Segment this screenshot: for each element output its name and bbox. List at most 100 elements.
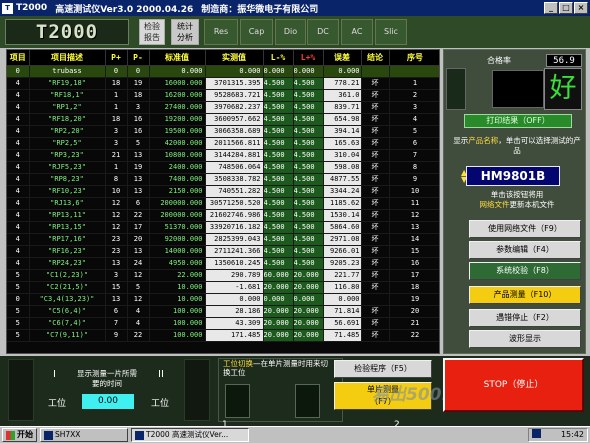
table-cell: 20	[389, 305, 439, 318]
stop-button[interactable]: STOP（停止）	[443, 358, 584, 412]
table-cell: 13	[389, 221, 439, 234]
table-cell: 12	[389, 209, 439, 222]
table-cell: 12	[105, 209, 128, 222]
table-cell: 3970682.237	[205, 101, 264, 114]
table-cell: 4.500	[293, 221, 324, 234]
table-cell: 30571250.520	[205, 197, 264, 210]
network-note-b: 网络文件	[479, 200, 510, 209]
table-row[interactable]: 4 "RF10,23" 10 13 2150.000 740551.282 4.500 4.5…	[7, 185, 439, 198]
column-header: 结论	[361, 50, 390, 66]
task-t2000[interactable]: T2000 高速测试仪Ver...	[131, 428, 249, 442]
table-cell: 坏	[361, 77, 390, 90]
task-sh7xx[interactable]: SH7XX	[40, 428, 128, 442]
table-cell: 20.000	[293, 329, 324, 342]
print-result-button[interactable]: 打印结果（OFF）	[464, 114, 572, 128]
start-button[interactable]: 开始	[2, 428, 37, 442]
table-cell: 0	[105, 65, 128, 78]
table-cell: 10	[105, 185, 128, 198]
table-row[interactable]: 4 "RP1,2" 1 3 27400.000 3970682.237 4.500 4.500…	[7, 101, 439, 114]
table-row[interactable]: 0 "C3,4(13,23)" 13 12 10.000 0.000 0.000 0.000 0…	[7, 293, 439, 306]
table-cell: 0	[127, 65, 150, 78]
pass-rate-value: 56.9	[546, 54, 582, 67]
product-measure-button[interactable]: 产品测量（F10）	[469, 286, 581, 304]
table-cell: "RP3,23"	[29, 149, 106, 162]
table-cell: 361.0	[323, 89, 362, 102]
tab-slic[interactable]: Slic	[375, 19, 407, 45]
table-cell: 4877.55	[323, 173, 362, 186]
table-cell: "RJF5,23"	[29, 161, 106, 174]
table-cell: 4.500	[263, 113, 294, 126]
table-cell: 5	[389, 125, 439, 138]
table-row[interactable]: 5 "C1(2,23)" 3 12 22.000 290.789 60.000 20.000 2…	[7, 269, 439, 282]
table-cell: 92000.000	[149, 233, 206, 246]
system-calibrate-button[interactable]: 系统校验（F8）	[469, 262, 581, 280]
table-row[interactable]: 4 "RF19,18" 18 19 16000.000 3701315.395 4.500 4…	[7, 77, 439, 90]
product-selector[interactable]: HM9801B	[466, 166, 560, 186]
table-cell: 18	[127, 89, 150, 102]
table-cell: 9528683.721	[205, 89, 264, 102]
table-cell: 3600957.662	[205, 113, 264, 126]
table-row[interactable]: 0 trubass 0 0 0.000 0.000 0.000 0.000 0.000	[7, 65, 439, 78]
table-row[interactable]: 4 "RP13,11" 12 22 200000.000 21602746.986 4.50…	[7, 209, 439, 222]
station-2-box	[184, 359, 210, 421]
table-cell: "RP1,2"	[29, 101, 106, 114]
table-cell: 4	[7, 257, 30, 270]
tab-res[interactable]: Res	[204, 19, 238, 45]
stop-on-error-button[interactable]: 遇错停止（F2）	[469, 309, 581, 327]
table-cell: 20.000	[293, 317, 324, 330]
table-cell: "C2(21,5)"	[29, 281, 106, 294]
switch-station-2[interactable]: 2	[295, 384, 400, 430]
table-cell: 22	[127, 209, 150, 222]
table-cell: 27400.000	[149, 101, 206, 114]
table-cell: 13	[127, 245, 150, 258]
minimize-button[interactable]: _	[544, 2, 558, 14]
table-row[interactable]: 4 "RF18,1" 1 18 16200.000 9528683.721 4.500 4.5…	[7, 89, 439, 102]
table-cell: 坏	[361, 317, 390, 330]
table-cell: 0.000	[205, 65, 264, 78]
tab-inspection-report[interactable]: 检验 报告	[139, 19, 165, 45]
table-cell: 3	[105, 125, 128, 138]
table-cell: "RP8,23"	[29, 173, 106, 186]
table-cell: 18	[389, 281, 439, 294]
waveform-display-button[interactable]: 波形显示	[469, 330, 581, 348]
table-cell: 5	[7, 329, 30, 342]
table-row[interactable]: 5 "C2(21,5)" 15 5 10.000 -1.681 20.000 20.000 11…	[7, 281, 439, 294]
inspect-program-button[interactable]: 检验程序（F5）	[334, 360, 432, 378]
table-row[interactable]: 4 "RP24,23" 13 24 4950.000 1350610.245 4.500 4.…	[7, 257, 439, 270]
table-cell: 3508338.782	[205, 173, 264, 186]
table-cell: 4	[7, 125, 30, 138]
table-cell: 坏	[361, 137, 390, 150]
tab-cap[interactable]: Cap	[240, 19, 273, 45]
use-network-file-button[interactable]: 使用网络文件（F9）	[469, 220, 581, 238]
close-button[interactable]: ×	[574, 2, 588, 14]
tab-ac[interactable]: AC	[341, 19, 373, 45]
tab-dio[interactable]: Dio	[275, 19, 306, 45]
table-row[interactable]: 4 "RP3,23" 21 13 10800.000 3144284.881 4.500 4.…	[7, 149, 439, 162]
tab-statistics[interactable]: 统计 分析	[171, 19, 199, 45]
table-cell: 100.000	[149, 317, 206, 330]
table-row[interactable]: 4 "RF18,20" 18 16 19200.000 3600957.662 4.500 4…	[7, 113, 439, 126]
table-row[interactable]: 4 "RJ13,6" 12 6 200000.000 30571250.520 4.500 4…	[7, 197, 439, 210]
table-cell: 5	[7, 305, 30, 318]
app-icon: T	[2, 2, 13, 14]
table-row[interactable]: 4 "RP13,15" 12 17 51370.000 33920716.182 4.500…	[7, 221, 439, 234]
table-cell: 4	[7, 221, 30, 234]
table-cell: 4	[7, 137, 30, 150]
switch-station-1[interactable]: 1	[222, 384, 250, 430]
table-row[interactable]: 4 "RP17,16" 23 20 92000.000 2825399.043 4.500 4…	[7, 233, 439, 246]
table-cell: 1	[105, 101, 128, 114]
results-table: 项目 项目描述 P+ P- 标准值 实测值 L-% L+% 误差 结论 序号 0 trubass 0 0 0…	[6, 49, 440, 354]
table-row[interactable]: 5 "C5(6,4)" 6 4 100.000 28.186 20.000 20.000 71.…	[7, 305, 439, 318]
table-row[interactable]: 5 "C7(9,11)" 9 22 100.000 171.485 20.000 20.000…	[7, 329, 439, 342]
table-row[interactable]: 4 "RP2,20" 3 16 19500.000 3066358.689 4.500 4.5…	[7, 125, 439, 138]
task-app-icon	[44, 430, 53, 440]
param-edit-button[interactable]: 参数编辑（F4）	[469, 241, 581, 259]
table-row[interactable]: 4 "RP2,5" 3 5 42000.000 2011566.811 4.500 4.500…	[7, 137, 439, 150]
table-row[interactable]: 4 "RF16,23" 23 13 14000.000 2711241.366 4.500 4…	[7, 245, 439, 258]
table-row[interactable]: 5 "C6(7,4)" 7 4 100.000 43.309 20.000 20.000 56.…	[7, 317, 439, 330]
table-cell: 21	[389, 317, 439, 330]
table-row[interactable]: 4 "RJF5,23" 1 19 2400.000 748506.064 4.500 4.50…	[7, 161, 439, 174]
maximize-button[interactable]: □	[559, 2, 573, 14]
table-row[interactable]: 4 "RP8,23" 8 13 7400.000 3508338.782 4.500 4.50…	[7, 173, 439, 186]
tab-dc[interactable]: DC	[307, 19, 339, 45]
